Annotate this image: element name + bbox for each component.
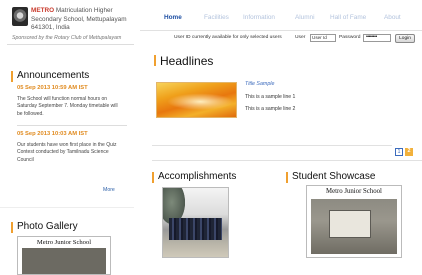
- school-logo[interactable]: [12, 7, 28, 26]
- announcements-title: Announcements: [10, 70, 90, 82]
- headlines-divider: [152, 145, 392, 146]
- showcase-caption: Metro Junior School: [326, 188, 382, 195]
- announcement-date: 05 Sep 2013 10:03 AM IST: [17, 131, 88, 137]
- nav-information[interactable]: Information: [243, 14, 275, 21]
- photo-students: [169, 218, 222, 240]
- nav-hall-of-fame[interactable]: Hall of Fame: [330, 14, 366, 21]
- accomplishments-title: Accomplishments: [151, 171, 237, 183]
- section-divider: [152, 160, 422, 161]
- photo-gallery-thumbnail[interactable]: Metro Junior School: [17, 236, 111, 275]
- nav-alumni[interactable]: Alumni: [295, 14, 315, 21]
- photo-gallery-title: Photo Gallery: [11, 221, 78, 233]
- showcase-plaque: [329, 210, 371, 238]
- accomplishment-photo[interactable]: [162, 187, 229, 258]
- student-showcase-title: Student Showcase: [285, 171, 376, 183]
- nav-facilities[interactable]: Facilities: [204, 14, 229, 21]
- headlines-title: Headlines: [153, 54, 214, 68]
- sidebar-divider: [7, 44, 134, 45]
- sponsor-line: Sponsored by the Rotary Club of Mettupal…: [12, 35, 122, 41]
- headline-item-title[interactable]: Title Sample: [245, 81, 274, 87]
- login-notice: User ID currently available for only sel…: [174, 35, 282, 40]
- nav-about[interactable]: About: [384, 14, 401, 21]
- password-field[interactable]: ••••••••: [363, 34, 391, 42]
- pager-page-2[interactable]: 2: [405, 148, 413, 156]
- headline-line: This is a sample line 1: [245, 94, 296, 100]
- photo-caption: Metro Junior School: [36, 239, 92, 246]
- nav-home[interactable]: Home: [164, 14, 182, 21]
- announcements-more-link[interactable]: More: [103, 187, 115, 193]
- school-header: METRO Matriculation Higher Secondary Sch…: [12, 7, 134, 33]
- login-button[interactable]: Login: [395, 34, 415, 43]
- password-label: Password: [339, 35, 361, 40]
- pager-page-1[interactable]: 1: [395, 148, 403, 156]
- announcement-text[interactable]: Our students have won first place in the…: [17, 142, 121, 164]
- school-name: METRO Matriculation Higher Secondary Sch…: [31, 7, 135, 33]
- announcement-date: 05 Sep 2013 10:59 AM IST: [17, 85, 88, 91]
- user-id-select[interactable]: User Id: [310, 34, 336, 42]
- nav-divider: [140, 30, 422, 31]
- login-bar: User ID currently available for only sel…: [134, 32, 422, 44]
- left-sidebar: METRO Matriculation Higher Secondary Sch…: [0, 0, 134, 275]
- headline-image[interactable]: [156, 82, 237, 118]
- sidebar-divider: [0, 207, 134, 208]
- user-label: User: [295, 35, 306, 40]
- announcement-text[interactable]: The School will function normal hours on…: [17, 96, 121, 118]
- main-nav: Home Facilities Information Alumni Hall …: [134, 0, 422, 29]
- photo-image: [22, 248, 106, 274]
- announcement-divider: [17, 125, 127, 126]
- student-showcase-thumbnail[interactable]: Metro Junior School: [306, 185, 402, 258]
- school-brand: METRO: [31, 7, 55, 14]
- headline-line: This is a sample line 2: [245, 106, 296, 112]
